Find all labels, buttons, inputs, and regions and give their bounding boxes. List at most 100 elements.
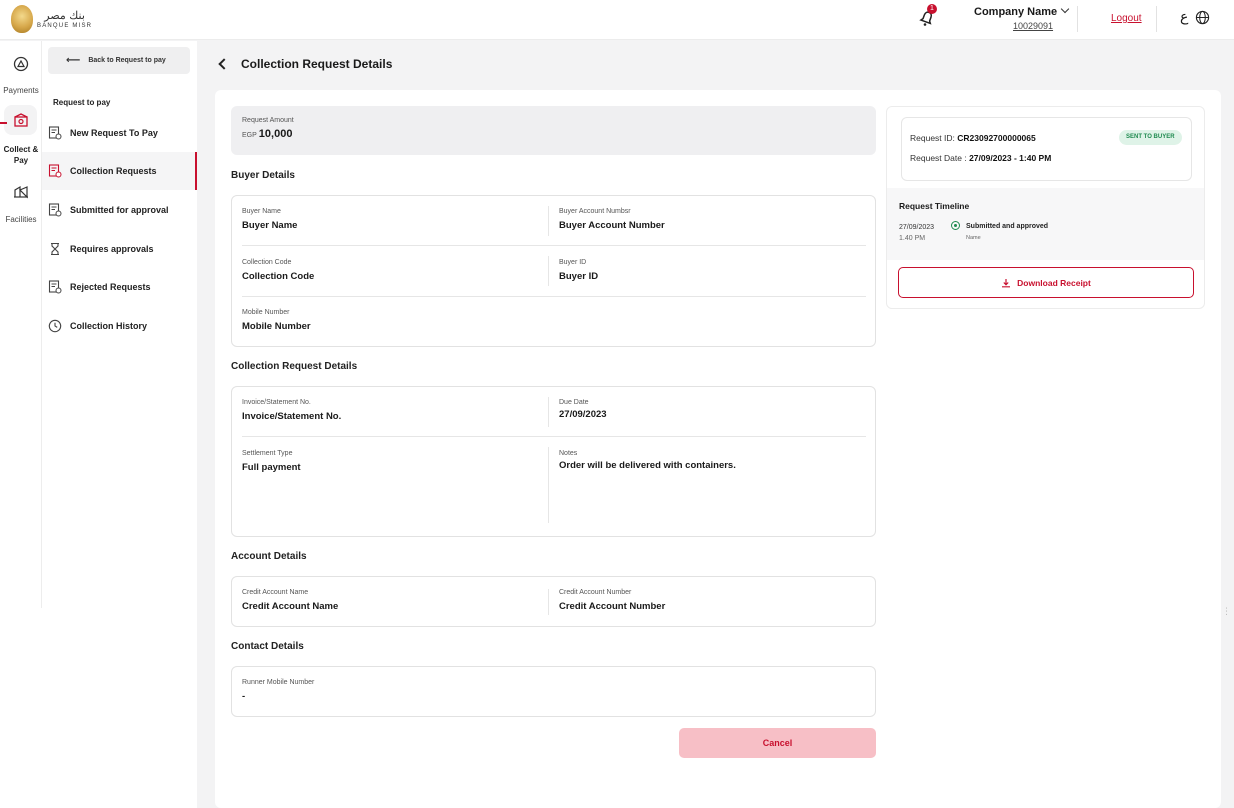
sidebar-item-label: Collection Requests [70,166,157,176]
globe-icon[interactable] [1195,10,1210,25]
buyer-account-value: Buyer Account Number [559,220,665,231]
field-label: Notes [559,450,578,457]
arrow-left-icon: ⟵ [66,55,81,66]
buyer-id-value: Buyer ID [559,271,599,282]
buyer-name-value: Buyer Name [242,220,298,231]
timeline-date: 27/09/2023 [899,224,935,231]
timeline-title: Request Timeline [899,201,970,211]
header-divider [1077,6,1078,32]
scroll-indicator[interactable]: ⋮⋮ [1222,606,1234,617]
bank-logo-emblem [11,5,33,33]
request-summary-card: Request ID: CR23092700000065 Request Dat… [886,106,1205,309]
rail-item-payments[interactable]: Payments [0,56,42,95]
sidebar-item-label: Submitted for approval [70,205,169,215]
invoice-number-value: Invoice/Statement No. [242,411,342,422]
bank-logo[interactable]: بنك مصر BANQUE MISR [11,5,92,33]
request-amount-box: Request Amount EGP 10,000 [231,106,876,155]
mobile-number-value: Mobile Number [242,321,311,332]
field-label: Collection Code [242,259,292,266]
rail-footer [0,608,42,808]
download-receipt-button[interactable]: Download Receipt [898,267,1194,298]
account-details-box: Credit Account Name Credit Account Name … [231,576,876,627]
payments-icon [13,56,29,72]
header-divider [1156,6,1157,32]
currency-code: EGP [242,132,257,139]
company-name: Company Name [974,6,1058,18]
collection-details-box: Invoice/Statement No. Invoice/Statement … [231,386,876,537]
request-amount-label: Request Amount [242,117,294,124]
sidebar-item-label: Requires approvals [70,244,154,254]
field-label: Buyer ID [559,259,587,266]
company-id[interactable]: 10029091 [1013,21,1053,31]
field-label: Credit Account Name [242,589,309,596]
credit-account-name-value: Credit Account Name [242,601,339,612]
download-icon [1002,278,1011,287]
language-toggle[interactable]: ع [1180,8,1188,25]
logo-arabic-text: بنك مصر [44,8,85,22]
document-check-icon [48,203,62,217]
sidebar-item-submitted[interactable]: Submitted for approval [42,191,197,229]
company-selector[interactable]: Company Name [974,4,1070,18]
notification-count-badge: 1 [927,4,937,14]
download-receipt-label: Download Receipt [1017,277,1091,288]
page-title: Collection Request Details [216,57,392,71]
field-label: Runner Mobile Number [242,679,315,686]
field-label: Buyer Account Numbsr [559,208,631,215]
field-label: Credit Account Number [559,589,632,596]
timeline-actor: Name [966,235,981,241]
sidebar: ⟵ Back to Request to pay Request to pay … [42,41,197,808]
collection-requests-icon [48,164,62,178]
runner-mobile-value: - [242,691,246,702]
column-divider [548,206,549,236]
top-bar: بنك مصر BANQUE MISR 1 Company Name 10029… [0,0,1234,40]
sidebar-item-label: Collection History [70,321,148,331]
page-title-text: Collection Request Details [241,57,393,71]
request-info-box: Request ID: CR23092700000065 Request Dat… [901,117,1192,181]
rail-item-collect-pay[interactable]: Collect & Pay [0,112,42,165]
cancel-button[interactable]: Cancel [679,728,876,758]
row-divider [242,296,866,297]
account-details-title: Account Details [231,551,307,562]
field-label: Invoice/Statement No. [242,399,311,406]
logout-link[interactable]: Logout [1111,13,1142,24]
sidebar-item-new-request[interactable]: New Request To Pay [42,114,197,152]
sidebar-item-requires-approvals[interactable]: Requires approvals [42,230,197,268]
sidebar-item-label: New Request To Pay [70,128,158,138]
collection-code-value: Collection Code [242,271,315,282]
sidebar-item-label: Rejected Requests [70,282,151,292]
request-date-row: Request Date : 27/09/2023 - 1:40 PM [910,153,1051,163]
timeline-time: 1.40 PM [899,235,926,242]
rail-label: Facilities [5,215,37,224]
due-date-value: 27/09/2023 [559,409,607,420]
request-date-label: Request Date : [910,153,967,163]
sidebar-item-history[interactable]: Collection History [42,307,197,345]
timeline-status-dot-icon [951,221,960,230]
column-divider [548,256,549,286]
settlement-type-value: Full payment [242,462,301,473]
sidebar-item-collection-requests[interactable]: Collection Requests [42,152,197,190]
rail-label: Payments [3,86,39,95]
chevron-down-icon [1060,4,1070,14]
column-divider [548,447,549,523]
timeline-event: Submitted and approved [966,223,1049,230]
back-to-request-button[interactable]: ⟵ Back to Request to pay [48,47,190,74]
request-id-row: Request ID: CR23092700000065 [910,133,1036,143]
collection-details-title: Collection Request Details [231,361,358,372]
sidebar-item-rejected[interactable]: Rejected Requests [42,268,197,306]
contact-details-box: Runner Mobile Number - [231,666,876,717]
page-gutter [1221,90,1234,808]
back-button-label: Back to Request to pay [88,57,166,64]
buyer-details-box: Buyer Name Buyer Name Buyer Account Numb… [231,195,876,347]
document-add-icon [48,126,62,140]
rail-label: Collect & Pay [3,145,39,165]
column-divider [548,397,549,427]
module-rail: Payments Collect & Pay Facilities [0,41,42,608]
logo-english-text: BANQUE MISR [37,22,93,29]
rail-item-facilities[interactable]: Facilities [0,183,42,224]
contact-details-title: Contact Details [231,641,304,652]
document-reject-icon [48,280,62,294]
field-label: Buyer Name [242,208,281,215]
status-badge: SENT TO BUYER [1119,130,1182,145]
chevron-left-icon[interactable] [218,58,230,70]
request-id-value: CR23092700000065 [957,133,1036,143]
